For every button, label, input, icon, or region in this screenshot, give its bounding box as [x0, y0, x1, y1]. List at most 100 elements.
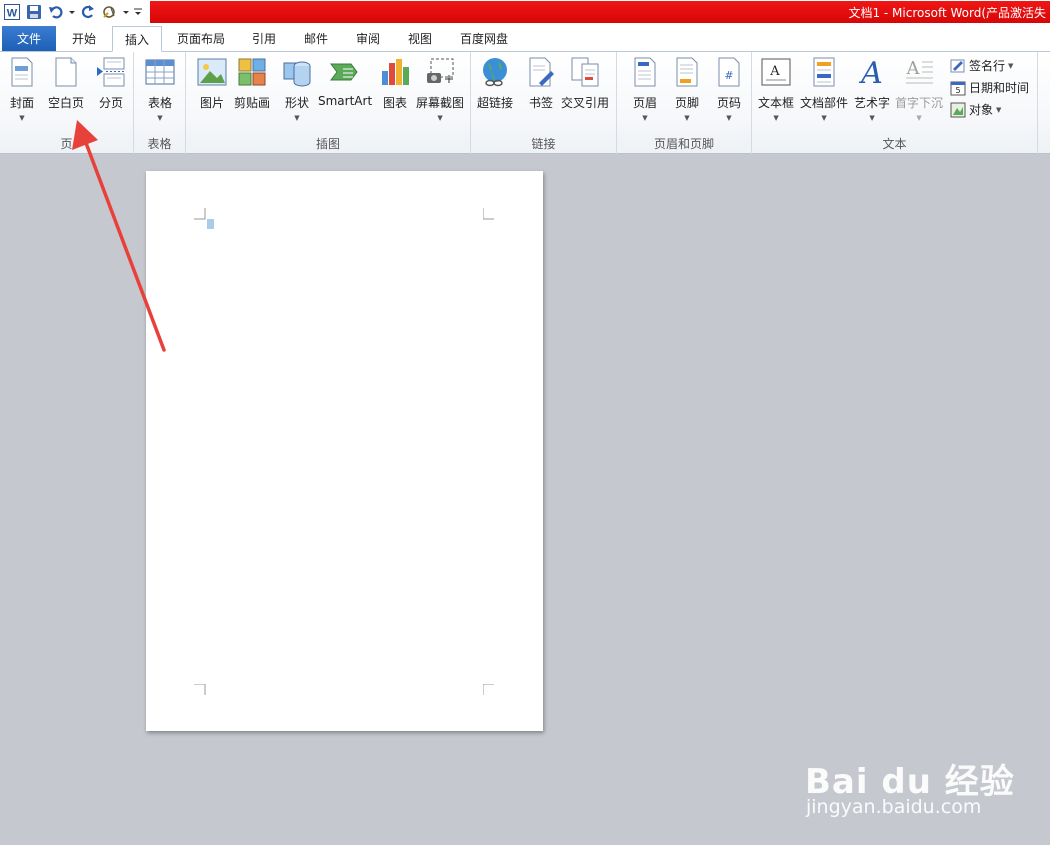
table-icon [144, 56, 176, 88]
chevron-down-icon: ▼ [916, 114, 922, 122]
group-label-links: 链接 [531, 137, 556, 151]
header-icon [629, 56, 661, 88]
smartart-button[interactable]: SmartArt [318, 56, 372, 108]
picture-icon [196, 56, 228, 88]
object-button[interactable]: 对象 ▼ [950, 101, 1001, 118]
title-bar: W 文档1 - Microsoft Word(产品激活失 [0, 0, 1050, 24]
svg-text:5: 5 [955, 86, 960, 95]
tab-review[interactable]: 审阅 [344, 26, 392, 51]
window-title-text: 文档1 - Microsoft Word(产品激活失 [848, 5, 1046, 20]
quick-parts-button[interactable]: 文档部件 ▼ [800, 56, 848, 122]
chart-icon [379, 56, 411, 88]
chevron-down-icon: ▼ [684, 114, 690, 122]
group-label-header-footer: 页眉和页脚 [653, 137, 714, 151]
header-button[interactable]: 页眉 ▼ [629, 56, 661, 122]
ribbon: 封面 ▼ 空白页 分页 页 表格 ▼ 表格 图片 剪贴画 形状 ▼ SmartA… [0, 52, 1050, 154]
undo-icon[interactable] [46, 2, 66, 22]
bookmark-icon [525, 56, 557, 88]
tab-mailings[interactable]: 邮件 [292, 26, 340, 51]
window-title: 文档1 - Microsoft Word(产品激活失 [150, 1, 1050, 23]
tab-view[interactable]: 视图 [396, 26, 444, 51]
customize-qat-icon[interactable] [132, 2, 144, 22]
shapes-icon [281, 56, 313, 88]
margin-corner-bottom-left [194, 684, 206, 695]
group-pages: 封面 ▼ 空白页 分页 页 [0, 52, 134, 154]
footer-icon [671, 56, 703, 88]
tab-file[interactable]: 文件 [2, 26, 56, 51]
cross-reference-button[interactable]: 交叉引用 [561, 56, 609, 111]
group-header-footer: 页眉 ▼ 页脚 ▼ # 页码 ▼ 页眉和页脚 [617, 52, 752, 154]
document-page[interactable] [146, 171, 543, 731]
wordart-button[interactable]: A 艺术字 ▼ [854, 56, 890, 122]
calendar-icon: 5 [950, 81, 966, 95]
text-box-button[interactable]: A 文本框 ▼ [758, 56, 794, 122]
page-number-icon: # [713, 56, 745, 88]
blank-page-button[interactable]: 空白页 [48, 56, 84, 111]
picture-button[interactable]: 图片 [196, 56, 228, 111]
redo-icon[interactable] [78, 2, 98, 22]
chevron-down-icon: ▼ [642, 114, 648, 122]
quick-access-toolbar: W [0, 0, 144, 24]
tool-dropdown-icon[interactable] [122, 2, 130, 22]
tab-page-layout[interactable]: 页面布局 [165, 26, 237, 51]
screenshot-icon [424, 56, 456, 88]
save-icon[interactable] [24, 2, 44, 22]
svg-text:A: A [769, 64, 780, 79]
chevron-down-icon: ▼ [726, 114, 732, 122]
drop-cap-button[interactable]: A 首字下沉 ▼ [895, 56, 943, 122]
customize-tool-icon[interactable] [100, 2, 120, 22]
screenshot-button[interactable]: 屏幕截图 ▼ [416, 56, 464, 122]
undo-dropdown-icon[interactable] [68, 2, 76, 22]
group-label-pages: 页 [60, 137, 73, 151]
chevron-down-icon: ▼ [821, 114, 827, 122]
tab-references[interactable]: 引用 [240, 26, 288, 51]
quick-parts-icon [808, 56, 840, 88]
svg-text:A: A [906, 58, 921, 79]
bookmark-button[interactable]: 书签 [525, 56, 557, 111]
cross-reference-icon [569, 56, 601, 88]
table-button[interactable]: 表格 ▼ [144, 56, 176, 122]
cover-page-icon [6, 56, 38, 88]
chevron-down-icon: ▼ [773, 114, 779, 122]
svg-text:W: W [7, 8, 18, 20]
group-tables: 表格 ▼ 表格 [134, 52, 186, 154]
signature-line-button[interactable]: 签名行 ▼ [950, 57, 1013, 74]
group-label-text: 文本 [882, 137, 907, 151]
clip-art-icon [236, 56, 268, 88]
group-illustrations: 图片 剪贴画 形状 ▼ SmartArt 图表 屏幕截图 ▼ 插图 [186, 52, 471, 154]
chart-button[interactable]: 图表 [379, 56, 411, 111]
chevron-down-icon: ▼ [19, 114, 25, 122]
drop-cap-icon: A [903, 56, 935, 88]
watermark-url: jingyan.baidu.com [806, 796, 982, 818]
object-icon [950, 102, 966, 117]
margin-corner-top-right [483, 208, 494, 220]
chevron-down-icon: ▼ [1008, 61, 1014, 70]
chevron-down-icon: ▼ [157, 114, 163, 122]
group-label-tables: 表格 [147, 137, 172, 151]
page-break-icon [95, 56, 127, 88]
page-break-button[interactable]: 分页 [95, 56, 127, 111]
chevron-down-icon: ▼ [869, 114, 875, 122]
cover-page-button[interactable]: 封面 ▼ [6, 56, 38, 122]
chevron-down-icon: ▼ [294, 114, 300, 122]
svg-text:A: A [858, 57, 883, 87]
date-time-button[interactable]: 5 日期和时间 [950, 79, 1029, 96]
clip-art-button[interactable]: 剪贴画 [234, 56, 270, 111]
tab-baidu-netdisk[interactable]: 百度网盘 [448, 26, 520, 51]
signature-line-icon [950, 59, 965, 72]
tab-home[interactable]: 开始 [60, 26, 108, 51]
tab-insert[interactable]: 插入 [112, 26, 163, 52]
ribbon-tab-bar: 文件 开始 插入 页面布局 引用 邮件 审阅 视图 百度网盘 [0, 24, 1050, 52]
word-app-icon[interactable]: W [2, 2, 22, 22]
text-box-icon: A [760, 56, 792, 88]
hyperlink-button[interactable]: 超链接 [477, 56, 513, 111]
svg-text:#: # [724, 69, 733, 82]
chevron-down-icon: ▼ [996, 105, 1002, 114]
footer-button[interactable]: 页脚 ▼ [671, 56, 703, 122]
page-number-button[interactable]: # 页码 ▼ [713, 56, 745, 122]
shapes-button[interactable]: 形状 ▼ [281, 56, 313, 122]
group-links: 超链接 书签 交叉引用 链接 [471, 52, 617, 154]
chevron-down-icon: ▼ [437, 114, 443, 122]
group-label-illustrations: 插图 [315, 137, 340, 151]
hyperlink-globe-icon [479, 56, 511, 88]
